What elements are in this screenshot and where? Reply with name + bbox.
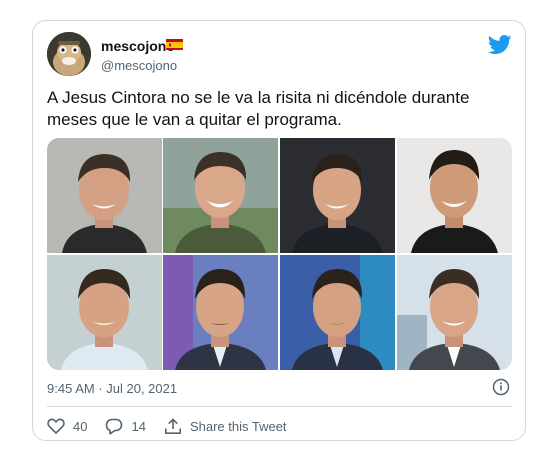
share-button[interactable]: Share this Tweet [164,418,287,435]
share-label: Share this Tweet [189,418,287,434]
avatar[interactable] [47,32,91,76]
divider [47,406,512,407]
photo-grid[interactable] [47,138,512,370]
action-bar: 40 14 Share this Tweet [47,416,287,436]
tweet-timestamp[interactable]: 9:45 AM · Jul 20, 2021 [47,381,177,396]
info-icon[interactable] [492,378,510,396]
avatar-image [47,32,91,76]
photo-3[interactable] [280,138,395,253]
photo-7[interactable] [280,255,395,370]
tweet-text: A Jesus Cintora no se le va la risita ni… [47,88,470,129]
heart-icon [47,418,65,434]
twitter-bird-icon[interactable] [488,35,512,55]
reply-button[interactable]: 14 [105,418,146,435]
user-handle[interactable]: @mescojono [101,58,177,73]
photo-8[interactable] [397,255,512,370]
photo-6[interactable] [163,255,278,370]
photo-1[interactable] [47,138,162,253]
like-count: 40 [73,418,88,434]
spain-flag-icon [166,38,183,50]
photo-4[interactable] [397,138,512,253]
like-button[interactable]: 40 [47,418,87,434]
reply-icon [106,418,123,435]
reply-count: 14 [131,418,146,434]
tweet-card[interactable]: mescojono @mescojono A Jesus Cintora no … [32,20,526,441]
photo-5[interactable] [47,255,162,370]
share-icon [164,418,181,434]
display-name[interactable]: mescojono [101,38,175,54]
photo-2[interactable] [163,138,278,253]
